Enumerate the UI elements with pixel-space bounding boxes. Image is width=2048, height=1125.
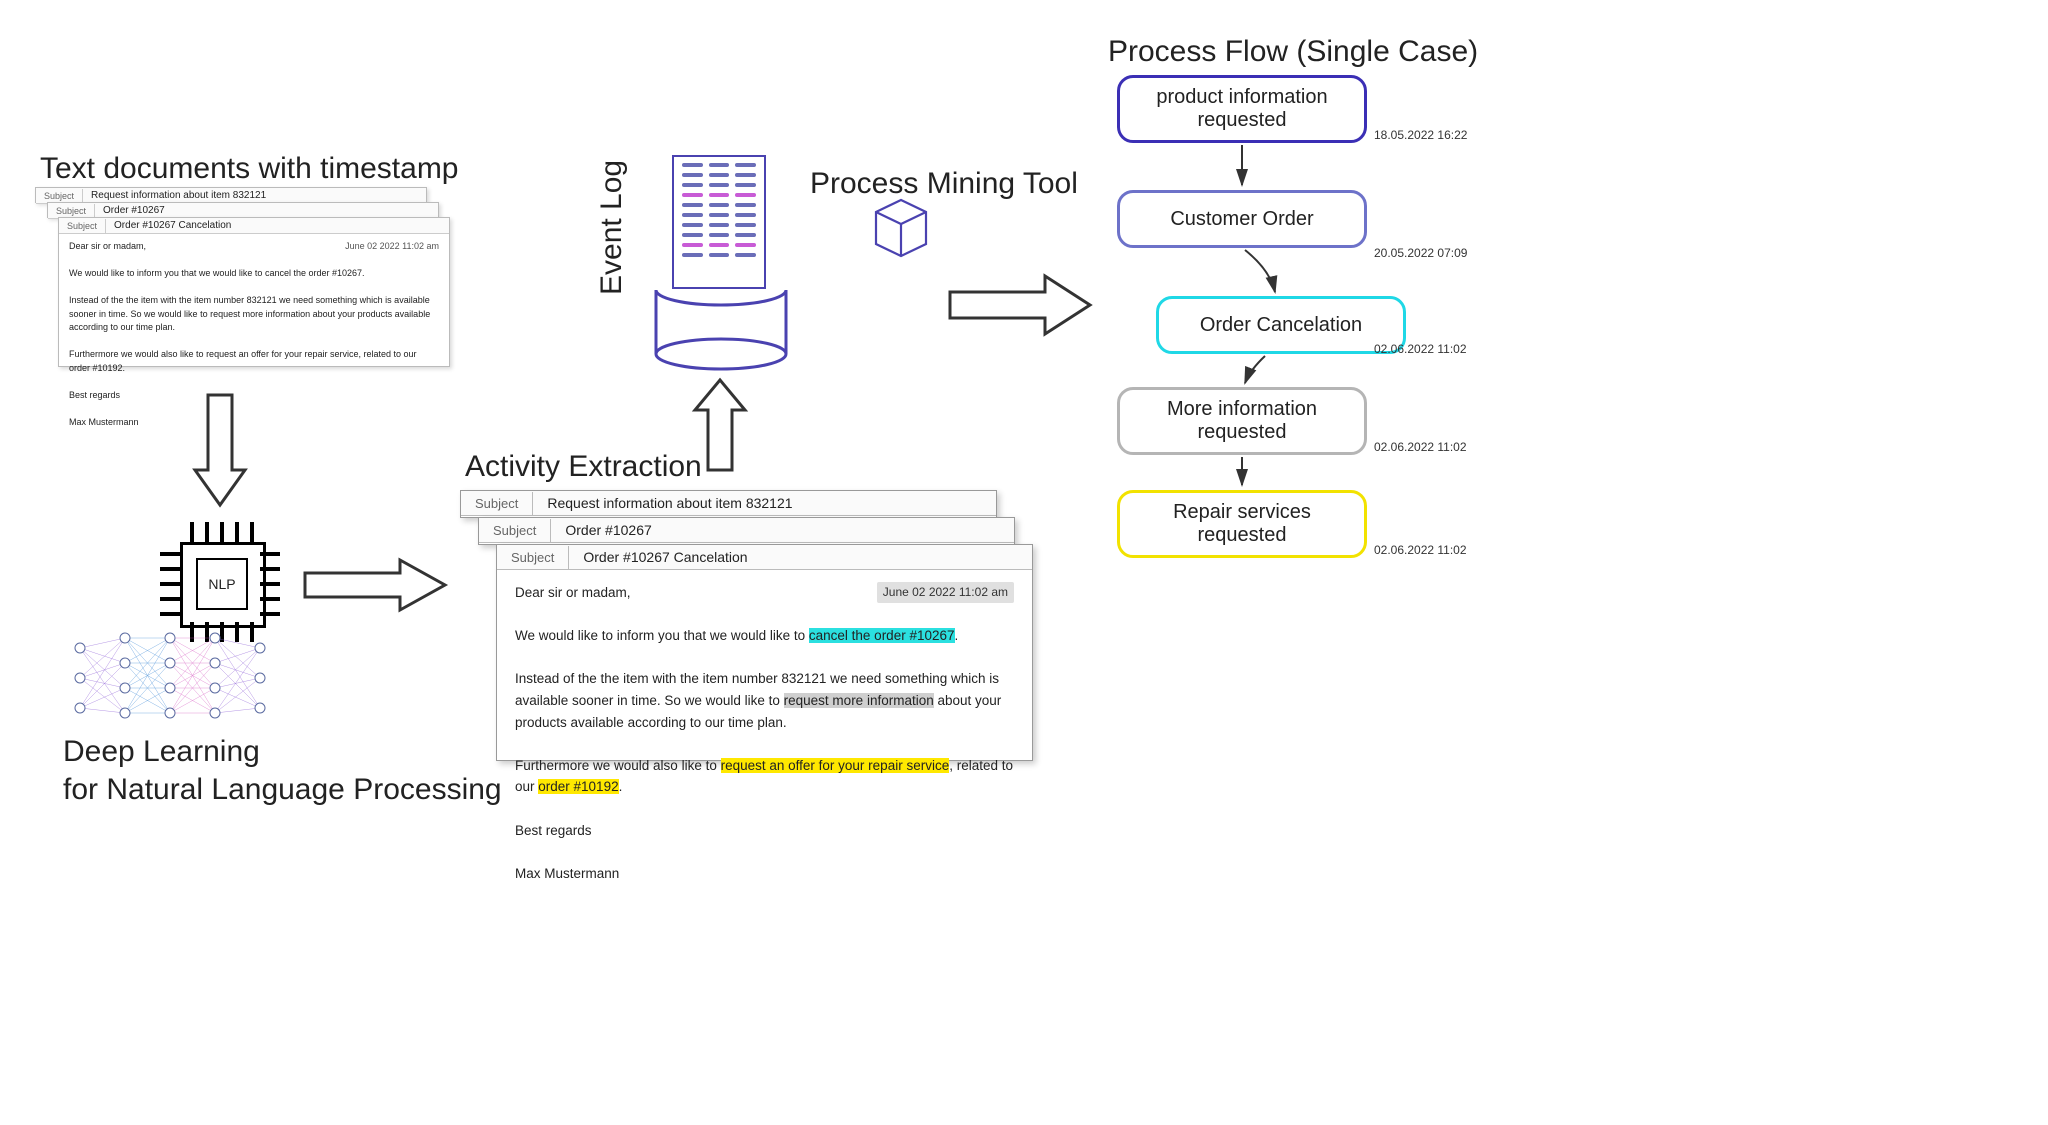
email-header: Subject Request information about item 8… [461, 491, 996, 516]
title-documents: Text documents with timestamp [40, 152, 459, 186]
email1-subject: Request information about item 832121 [83, 188, 274, 203]
email1-subject: Request information about item 832121 [533, 491, 806, 515]
small-email-card-2: Subject Order #10267 [47, 202, 439, 218]
arrow-docs-to-nlp [190, 390, 250, 510]
email-header: Subject Order #10267 Cancelation [497, 545, 1032, 570]
highlight-order-ref: order #10192 [538, 779, 618, 794]
subject-label: Subject [461, 492, 533, 515]
highlight-request-info: request more information [784, 693, 934, 708]
title-deep-learning-l2: for Natural Language Processing [63, 773, 502, 807]
subject-label: Subject [36, 189, 83, 203]
nlp-chip-icon: NLP [160, 522, 280, 642]
email3-ts-highlight: June 02 2022 11:02 am [877, 582, 1014, 603]
large-email-card-1: Subject Request information about item 8… [460, 490, 997, 518]
database-cylinder-icon [651, 272, 791, 372]
large-email-card-2: Subject Order #10267 [478, 517, 1015, 545]
email-greeting: Dear sir or madam, [515, 585, 631, 600]
cube-icon [866, 192, 936, 262]
email-signature: Max Mustermann [515, 866, 619, 881]
title-deep-learning-l1: Deep Learning [63, 735, 260, 769]
diagram-canvas: Text documents with timestamp Subject Re… [0, 0, 2048, 1125]
email-greeting: Dear sir or madam, [69, 241, 146, 251]
email3-subject: Order #10267 Cancelation [106, 218, 239, 233]
email3-body: June 02 2022 11:02 am Dear sir or madam,… [59, 234, 449, 435]
highlight-repair-offer: request an offer for your repair service [721, 758, 950, 773]
large-email-card-3: Subject Order #10267 Cancelation June 02… [496, 544, 1033, 761]
email-regards: Best regards [515, 823, 592, 838]
title-process-flow: Process Flow (Single Case) [1108, 35, 1478, 69]
neural-network-icon [70, 628, 270, 728]
arrow-nlp-to-extraction [300, 555, 450, 615]
arrow-log-to-flow [945, 270, 1095, 340]
small-email-card-1: Subject Request information about item 8… [35, 187, 427, 203]
flow-connectors [1115, 70, 1445, 570]
email3-subject: Order #10267 Cancelation [569, 545, 761, 569]
email-signature: Max Mustermann [69, 417, 139, 427]
highlight-cancel-order: cancel the order #10267 [809, 628, 955, 643]
nlp-chip-label: NLP [196, 558, 248, 610]
title-event-log: Event Log [595, 160, 629, 295]
subject-label: Subject [479, 519, 551, 542]
email3-ts: June 02 2022 11:02 am [345, 240, 439, 254]
subject-label: Subject [59, 219, 106, 233]
email-regards: Best regards [69, 390, 120, 400]
subject-label: Subject [497, 546, 569, 569]
email-header: Subject Order #10267 [479, 518, 1014, 543]
subject-label: Subject [48, 204, 95, 218]
small-email-card-3: Subject Order #10267 Cancelation June 02… [58, 217, 450, 367]
email2-subject: Order #10267 [95, 203, 173, 218]
title-process-mining: Process Mining Tool [810, 167, 1078, 201]
title-activity-extraction: Activity Extraction [465, 450, 702, 484]
event-log-document-icon [672, 155, 766, 289]
arrow-extraction-to-log [690, 375, 750, 475]
email3-body-highlighted: June 02 2022 11:02 am Dear sir or madam,… [497, 570, 1032, 896]
email2-subject: Order #10267 [551, 518, 665, 542]
email-header: Subject Order #10267 Cancelation [59, 218, 449, 234]
